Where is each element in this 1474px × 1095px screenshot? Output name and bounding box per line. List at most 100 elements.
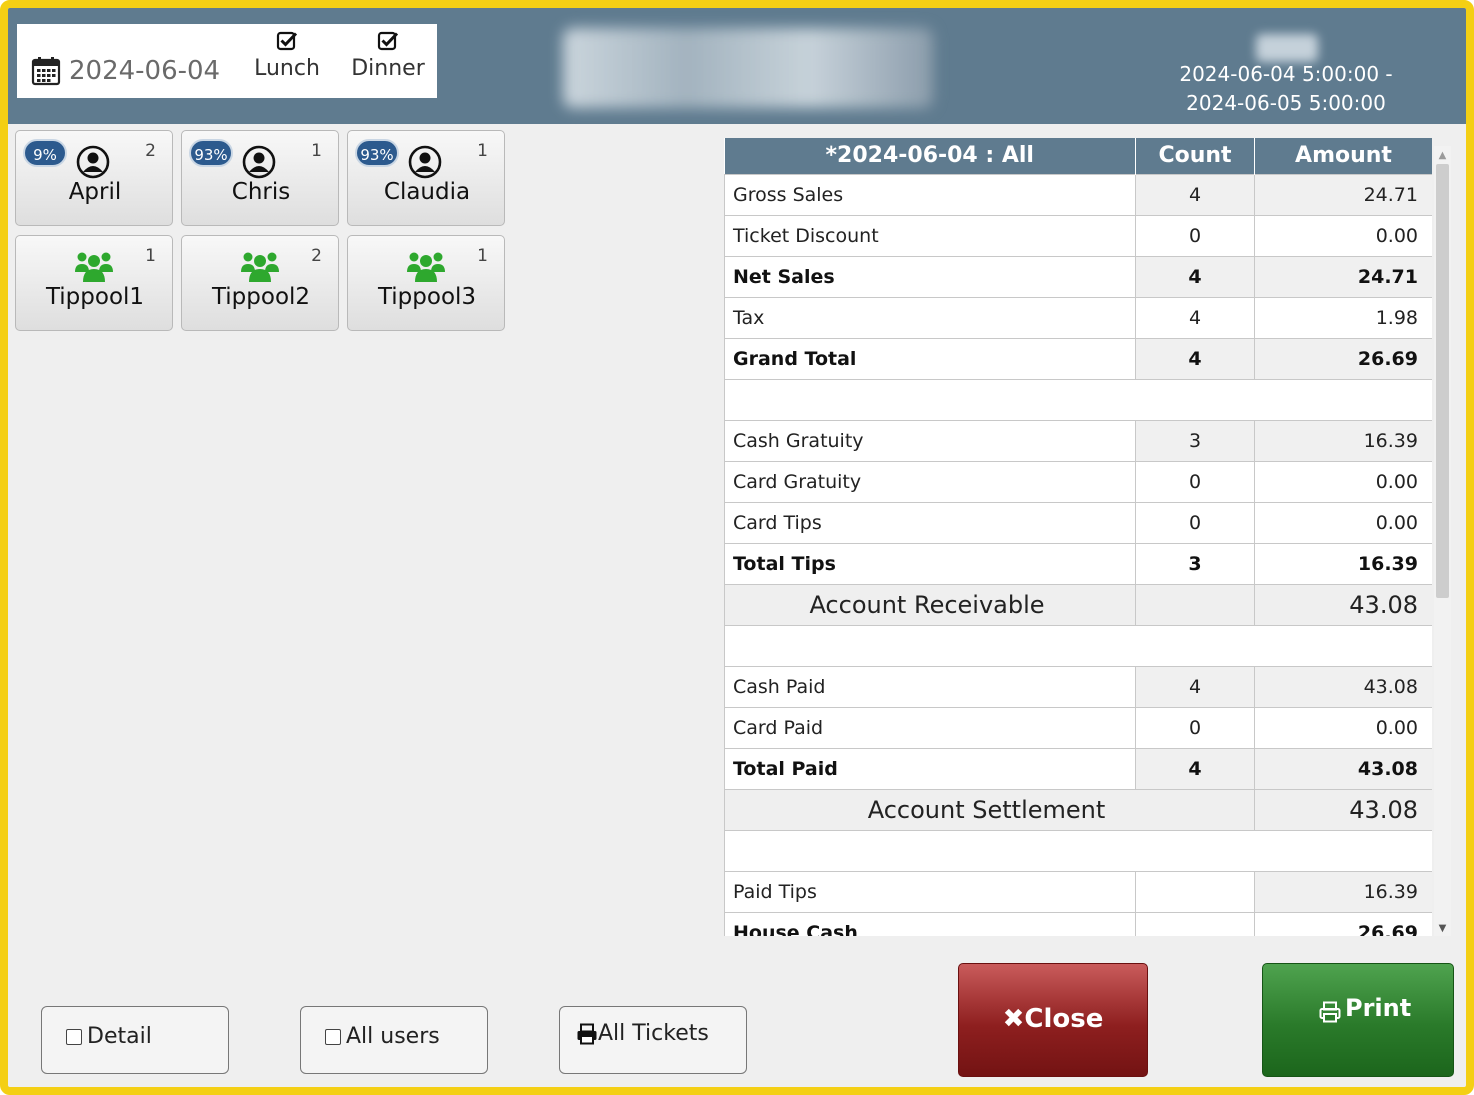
redacted-store-info <box>563 28 933 108</box>
row-label: Cash Gratuity <box>724 419 1136 462</box>
spacer-row <box>724 624 1432 667</box>
users-group-icon <box>241 252 279 282</box>
user-icon <box>76 145 110 179</box>
sales-report-table: *2024-06-04 : All Count Amount Gross Sal… <box>724 138 1432 936</box>
table-header: *2024-06-04 : All Count Amount <box>724 138 1432 174</box>
row-label: Total Tips <box>724 542 1136 585</box>
shift-lunch-label: Lunch <box>254 56 320 81</box>
row-count: 4 <box>1135 173 1255 216</box>
user-name: Claudia <box>383 179 471 205</box>
close-button[interactable]: ✖Close <box>958 963 1148 1077</box>
user-name: Chris <box>231 179 291 205</box>
row-label: Paid Tips <box>724 870 1136 913</box>
checkbox-icon <box>325 1029 341 1045</box>
row-count: 4 <box>1135 337 1255 380</box>
tippool-name: Tippool1 <box>45 284 145 310</box>
row-label: Total Paid <box>724 747 1136 790</box>
row-total-tips: Total Tips 3 16.39 <box>724 542 1432 585</box>
row-house-cash: House Cash 26.69 <box>724 911 1432 936</box>
scroll-down-arrow-icon[interactable]: ▼ <box>1434 923 1451 934</box>
row-cash-gratuity: Cash Gratuity 3 16.39 <box>724 419 1432 462</box>
row-count: 4 <box>1135 296 1255 339</box>
printer-icon <box>1319 1001 1341 1023</box>
date-panel: 2024-06-04 Lunch Dinner <box>17 24 437 98</box>
row-label: Gross Sales <box>724 173 1136 216</box>
row-label: Grand Total <box>724 337 1136 380</box>
print-button[interactable]: Print <box>1262 963 1454 1077</box>
row-grand-total: Grand Total 4 26.69 <box>724 337 1432 380</box>
row-amount: 24.71 <box>1254 255 1432 298</box>
tip-percent-badge: 93% <box>189 139 233 167</box>
ticket-count: 1 <box>145 246 156 266</box>
detail-checkbox-button[interactable]: Detail <box>41 1006 229 1074</box>
row-count: 3 <box>1135 419 1255 462</box>
range-start: 2024-06-04 5:00:00 - <box>1179 62 1393 86</box>
row-paid-tips: Paid Tips 16.39 <box>724 870 1432 913</box>
header-bar: 2024-06-04 Lunch Dinner 2024-06-04 5:00:… <box>8 8 1466 124</box>
print-label: Print <box>1345 994 1412 1022</box>
row-count: 4 <box>1135 665 1255 708</box>
row-count: 0 <box>1135 706 1255 749</box>
row-label: Tax <box>724 296 1136 339</box>
row-amount: 0.00 <box>1254 706 1432 749</box>
ticket-count: 1 <box>477 141 488 161</box>
row-amount: 43.08 <box>1254 665 1432 708</box>
shift-lunch-toggle[interactable]: Lunch <box>242 30 332 81</box>
row-count <box>1135 583 1255 626</box>
row-card-gratuity: Card Gratuity 0 0.00 <box>724 460 1432 503</box>
row-cash-paid: Cash Paid 4 43.08 <box>724 665 1432 708</box>
ticket-count: 1 <box>311 141 322 161</box>
row-amount: 43.08 <box>1254 583 1432 626</box>
detail-label: Detail <box>87 1024 152 1049</box>
row-amount: 26.69 <box>1254 911 1432 936</box>
range-end: 2024-06-05 5:00:00 <box>1186 91 1386 115</box>
row-tax: Tax 4 1.98 <box>724 296 1432 339</box>
row-amount: 43.08 <box>1254 747 1432 790</box>
row-count: 4 <box>1135 255 1255 298</box>
calendar-icon[interactable] <box>31 56 61 86</box>
row-label: Cash Paid <box>724 665 1136 708</box>
spacer-cell <box>724 829 1432 872</box>
redacted-store-id <box>1256 34 1318 62</box>
tippool-name: Tippool3 <box>377 284 477 310</box>
users-group-icon <box>407 252 445 282</box>
spacer-row <box>724 829 1432 872</box>
all-tickets-label: All Tickets <box>598 1021 709 1046</box>
row-label: Net Sales <box>724 255 1136 298</box>
report-scrollbar[interactable]: ▲ ▼ <box>1434 146 1451 936</box>
report-scroll-area[interactable]: *2024-06-04 : All Count Amount Gross Sal… <box>724 138 1432 936</box>
user-card-claudia[interactable]: 93% 1 Claudia <box>347 130 505 226</box>
user-card-chris[interactable]: 93% 1 Chris <box>181 130 339 226</box>
checkbox-checked-icon <box>377 31 399 51</box>
tippool-card-3[interactable]: 1 Tippool3 <box>347 235 505 331</box>
report-window: 2024-06-04 Lunch Dinner 2024-06-04 5:00:… <box>0 0 1474 1095</box>
row-amount: 16.39 <box>1254 419 1432 462</box>
row-count <box>1135 911 1255 936</box>
row-account-receivable: Account Receivable 43.08 <box>724 583 1432 626</box>
date-value[interactable]: 2024-06-04 <box>69 56 220 86</box>
row-count: 3 <box>1135 542 1255 585</box>
row-amount: 0.00 <box>1254 214 1432 257</box>
row-count: 0 <box>1135 460 1255 503</box>
tippool-card-1[interactable]: 1 Tippool1 <box>15 235 173 331</box>
ticket-count: 2 <box>311 246 322 266</box>
row-amount: 0.00 <box>1254 460 1432 503</box>
spacer-cell <box>724 624 1432 667</box>
row-amount: 1.98 <box>1254 296 1432 339</box>
row-amount: 0.00 <box>1254 501 1432 544</box>
row-label: Card Paid <box>724 706 1136 749</box>
close-label: ✖Close <box>1002 1004 1104 1034</box>
row-amount: 26.69 <box>1254 337 1432 380</box>
all-tickets-print-button[interactable]: All Tickets <box>559 1006 747 1074</box>
users-group-icon <box>75 252 113 282</box>
user-icon <box>408 145 442 179</box>
scroll-thumb[interactable] <box>1436 164 1449 598</box>
row-label: Account Receivable <box>724 583 1136 626</box>
user-card-april[interactable]: 9% 2 April <box>15 130 173 226</box>
all-users-checkbox-button[interactable]: All users <box>300 1006 488 1074</box>
row-label: Card Gratuity <box>724 460 1136 503</box>
tippool-card-2[interactable]: 2 Tippool2 <box>181 235 339 331</box>
shift-dinner-label: Dinner <box>351 56 425 81</box>
scroll-up-arrow-icon[interactable]: ▲ <box>1434 150 1451 161</box>
shift-dinner-toggle[interactable]: Dinner <box>343 30 433 81</box>
